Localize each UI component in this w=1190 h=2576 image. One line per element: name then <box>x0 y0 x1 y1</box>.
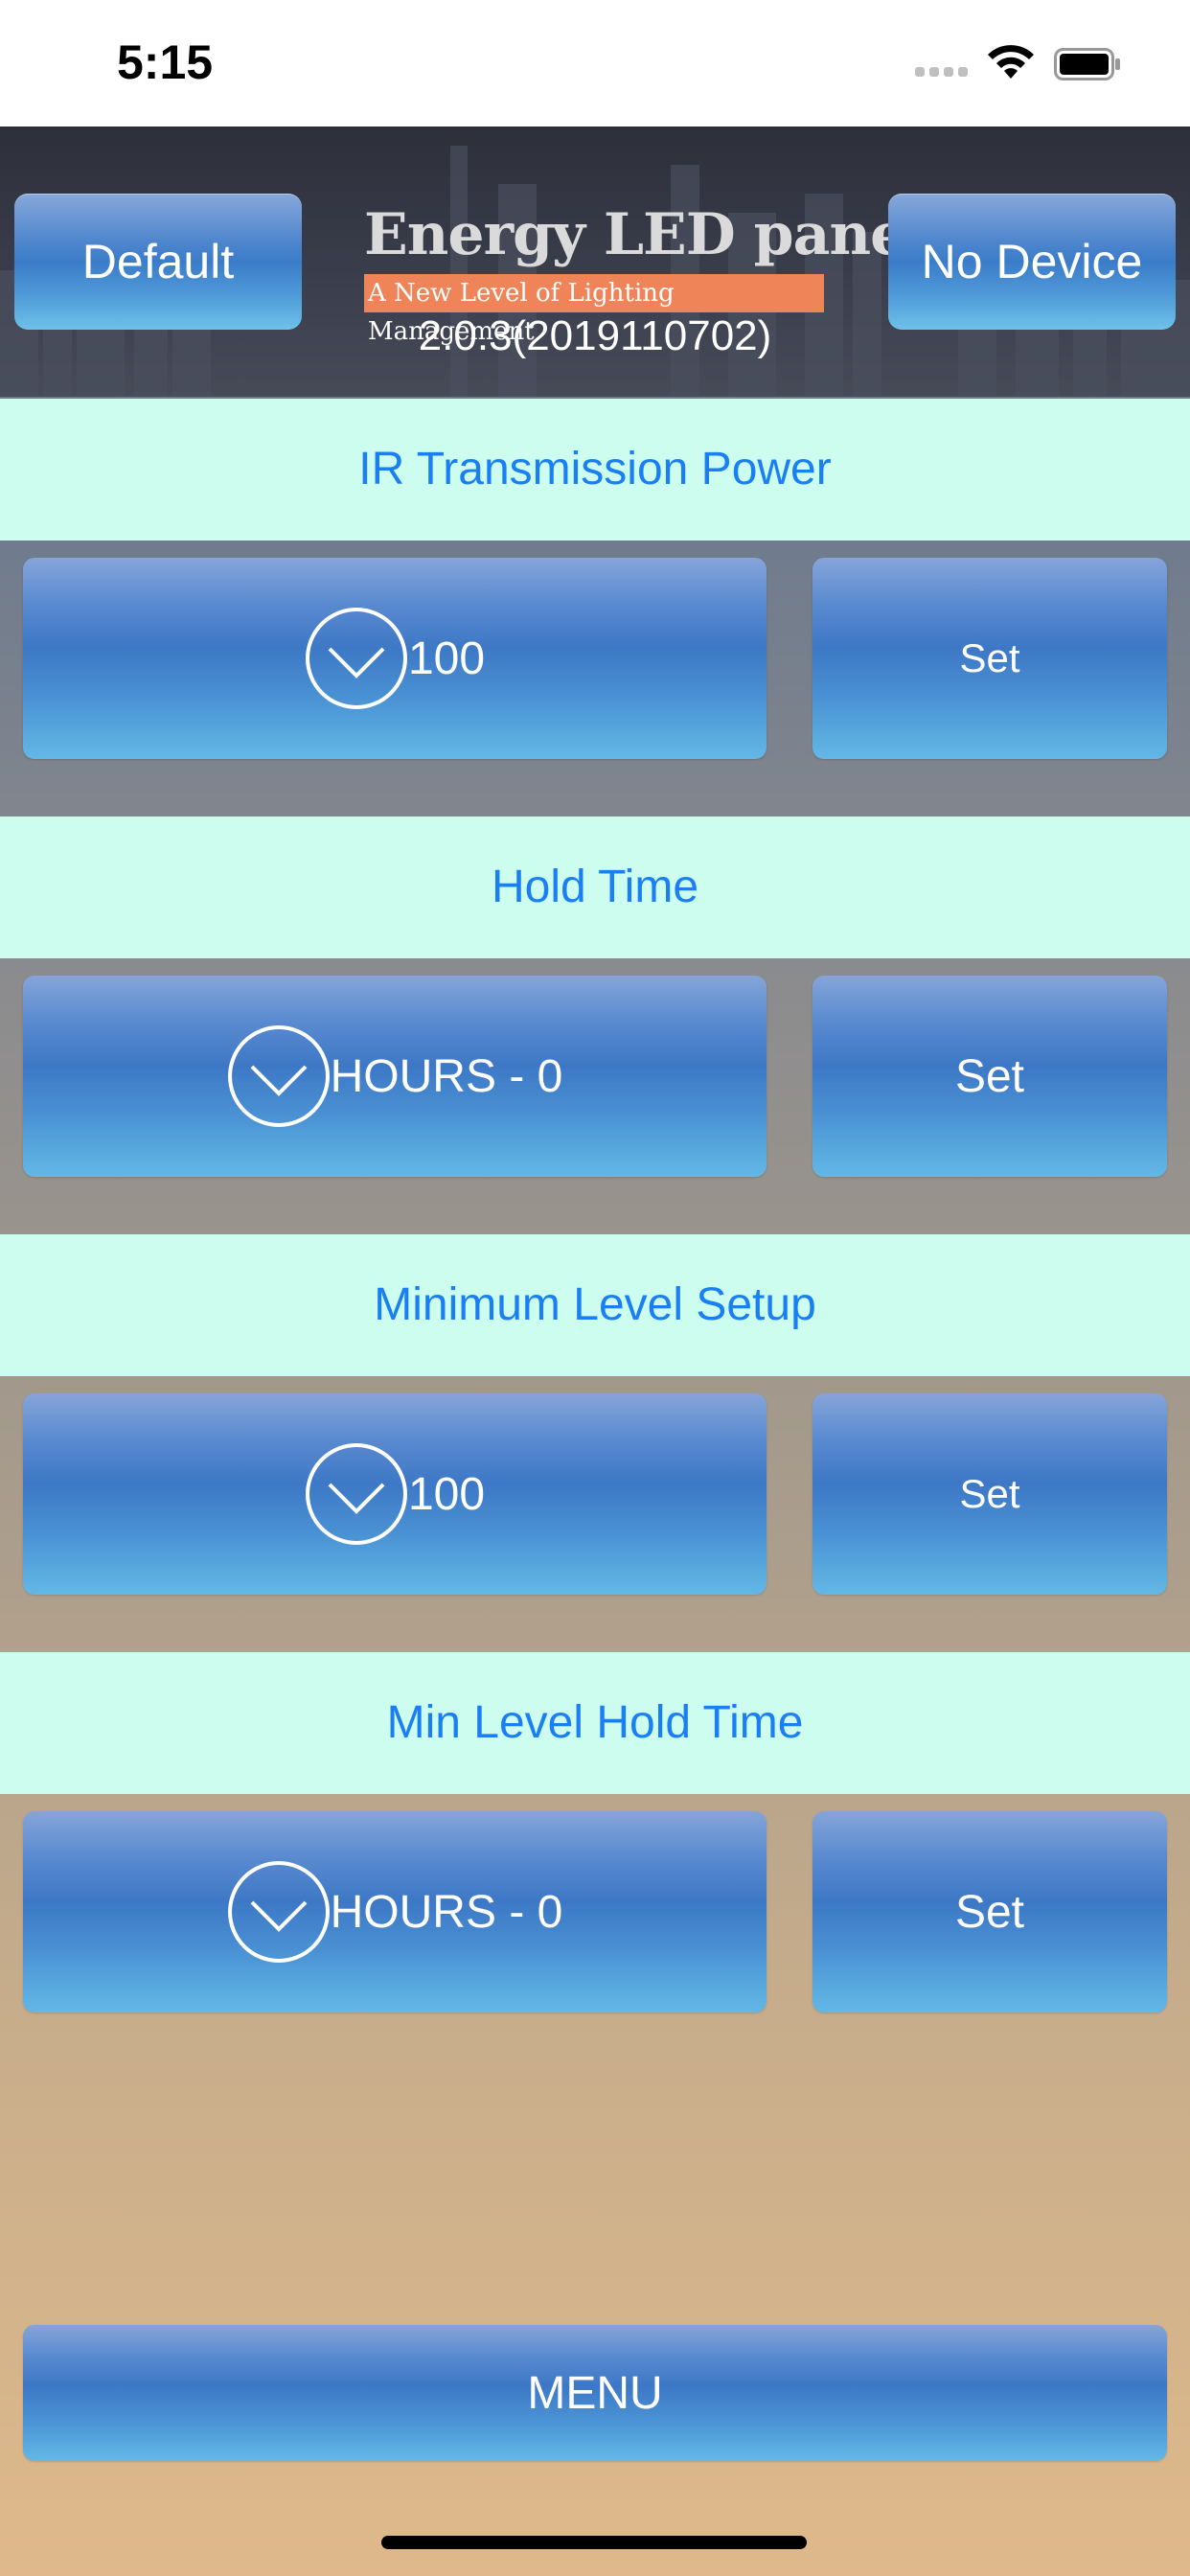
section-title-min-level: Minimum Level Setup <box>0 1234 1190 1376</box>
min-level-select[interactable]: 100 <box>23 1393 767 1595</box>
min-level-hold-time-select[interactable]: HOURS - 0 <box>23 1811 767 2012</box>
chevron-down-icon <box>227 1861 330 1963</box>
logo-subtitle: A New Level of Lighting Management <box>364 274 824 346</box>
section-title-min-level-hold-time: Min Level Hold Time <box>0 1652 1190 1794</box>
ir-power-set-button[interactable]: Set <box>812 558 1167 759</box>
ir-power-select[interactable]: 100 <box>23 558 767 759</box>
chevron-down-icon <box>305 608 407 709</box>
min-level-value: 100 <box>407 1468 486 1520</box>
chevron-down-icon <box>227 1025 330 1127</box>
chevron-down-icon <box>305 1443 407 1545</box>
default-button[interactable]: Default <box>14 194 302 330</box>
ir-power-value: 100 <box>407 632 486 684</box>
wifi-icon <box>988 45 1034 79</box>
logo-title: Energy LED panel <box>364 201 927 268</box>
status-bar: 5:15 <box>0 0 1190 126</box>
section-title-hold-time: Hold Time <box>0 816 1190 958</box>
min-level-hold-time-value: HOURS - 0 <box>330 1886 563 1938</box>
menu-button[interactable]: MENU <box>23 2325 1167 2461</box>
home-indicator[interactable] <box>381 2536 807 2549</box>
hold-time-select[interactable]: HOURS - 0 <box>23 976 767 1177</box>
min-level-hold-time-set-button[interactable]: Set <box>812 1811 1167 2012</box>
hold-time-set-button[interactable]: Set <box>812 976 1167 1177</box>
min-level-set-button[interactable]: Set <box>812 1393 1167 1595</box>
app-header: Default Energy LED panel A New Level of … <box>0 126 1190 397</box>
device-button[interactable]: No Device <box>888 194 1176 330</box>
hold-time-value: HOURS - 0 <box>330 1050 563 1102</box>
battery-icon <box>1054 48 1120 80</box>
signal-icon <box>915 58 973 77</box>
status-time: 5:15 <box>117 35 214 89</box>
section-title-ir-power: IR Transmission Power <box>0 399 1190 540</box>
